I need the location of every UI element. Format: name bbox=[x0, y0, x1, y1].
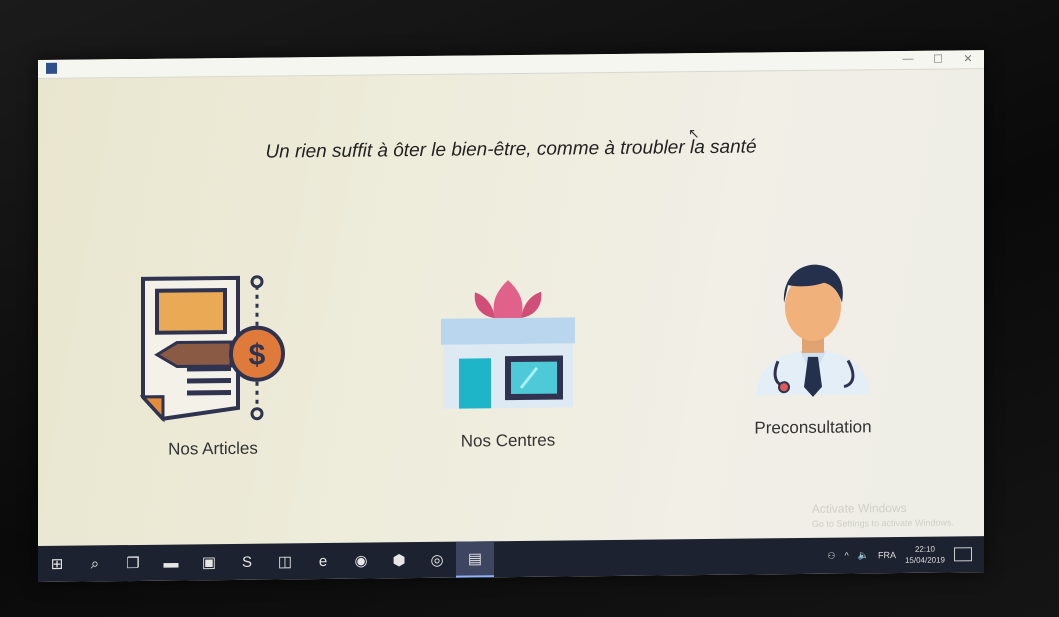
feature-label: Nos Centres bbox=[460, 430, 556, 451]
feature-centres[interactable]: Nos Centres bbox=[428, 269, 588, 452]
sublime-icon[interactable]: S bbox=[228, 544, 266, 580]
health-center-icon bbox=[441, 280, 575, 409]
system-tray: ⚇ ^ 🔈 FRA 22:10 15/04/2019 bbox=[827, 543, 984, 567]
running-app-icon[interactable]: ▤ bbox=[456, 541, 494, 578]
volume-icon[interactable]: 🔈 bbox=[858, 550, 869, 561]
clock-date: 15/04/2019 bbox=[904, 555, 945, 565]
clock-time: 22:10 bbox=[914, 544, 935, 554]
activate-windows-watermark: Activate Windows Go to Settings to activ… bbox=[812, 500, 954, 531]
svg-text:$: $ bbox=[249, 339, 266, 372]
notifications-icon[interactable] bbox=[954, 547, 972, 562]
store-icon[interactable]: ▣ bbox=[190, 544, 228, 580]
page-tagline: Un rien suffit à ôter le bien-être, comm… bbox=[265, 136, 757, 163]
app-icon[interactable]: ◫ bbox=[266, 543, 304, 579]
virtualbox-icon[interactable]: ⬢ bbox=[380, 542, 418, 578]
window-app-icon bbox=[46, 62, 57, 74]
watermark-subtitle: Go to Settings to activate Windows. bbox=[811, 517, 954, 529]
close-button[interactable]: ✕ bbox=[962, 52, 974, 65]
feature-label: Preconsultation bbox=[754, 417, 872, 438]
feature-label: Nos Articles bbox=[168, 438, 258, 459]
article-dollar-icon: $ bbox=[139, 275, 285, 423]
feature-articles[interactable]: $ Nos Articles bbox=[123, 267, 303, 460]
screen: — ☐ ✕ ↖ Un rien suffit à ôter le bien-êt… bbox=[38, 50, 984, 583]
edge-icon[interactable]: e bbox=[304, 543, 342, 579]
search-icon[interactable]: ⌕ bbox=[76, 545, 114, 581]
clock[interactable]: 22:10 15/04/2019 bbox=[905, 544, 945, 566]
task-view-icon[interactable]: ❐ bbox=[114, 545, 152, 581]
chrome-icon[interactable]: ◉ bbox=[342, 542, 380, 578]
ubuntu-icon[interactable]: ◎ bbox=[418, 542, 456, 578]
windows-start-icon[interactable]: ⊞ bbox=[38, 546, 76, 582]
minimize-button[interactable]: — bbox=[902, 53, 914, 66]
chevron-up-icon[interactable]: ^ bbox=[845, 551, 849, 561]
people-icon[interactable]: ⚇ bbox=[827, 550, 835, 561]
maximize-button[interactable]: ☐ bbox=[932, 53, 944, 66]
file-explorer-icon[interactable]: ▬ bbox=[152, 544, 190, 580]
watermark-title: Activate Windows bbox=[811, 500, 907, 516]
doctor-icon bbox=[756, 264, 870, 397]
window-controls: — ☐ ✕ bbox=[902, 52, 974, 66]
language-indicator[interactable]: FRA bbox=[878, 550, 896, 560]
feature-preconsultation[interactable]: Preconsultation bbox=[728, 256, 898, 439]
